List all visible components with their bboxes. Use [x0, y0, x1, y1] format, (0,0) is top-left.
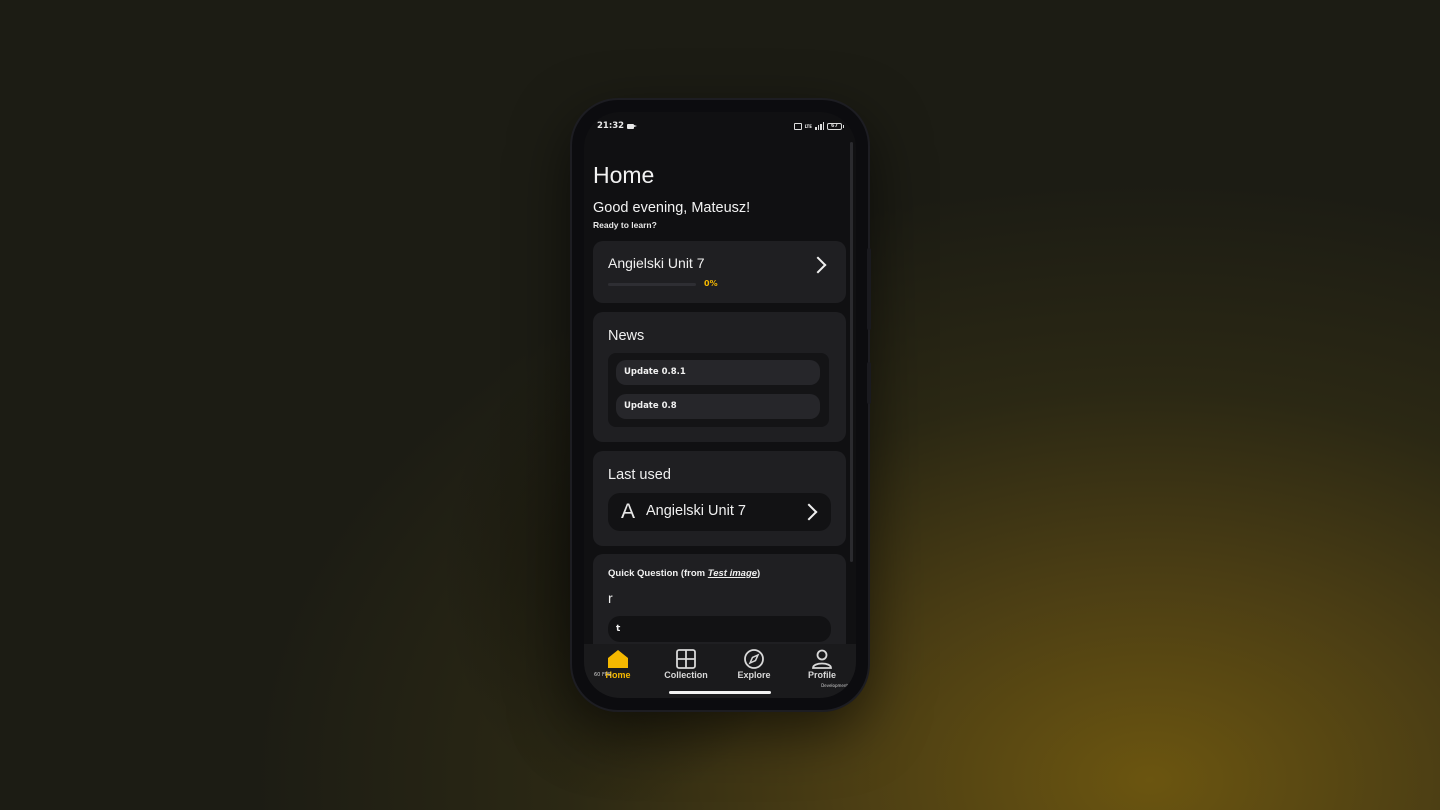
- current-unit-card[interactable]: Angielski Unit 7 0%: [593, 241, 846, 303]
- news-card: News Update 0.8.1 Update 0.8: [593, 312, 846, 442]
- news-item[interactable]: Update 0.8.1: [616, 360, 820, 385]
- build-tag: Development: [821, 683, 848, 688]
- home-icon: [608, 650, 628, 668]
- volume-button: [867, 248, 871, 330]
- greeting-text: Good evening, Mateusz!: [593, 200, 751, 216]
- quick-question-text: r: [608, 590, 613, 606]
- greeting-subtitle: Ready to learn?: [593, 220, 657, 230]
- chevron-right-icon: [809, 256, 827, 274]
- phone-frame: 21:32 LTE 67 Home Good evening, Mateusz!…: [572, 100, 871, 710]
- nav-profile-label: Profile: [807, 670, 836, 680]
- quick-answer-option[interactable]: t: [608, 616, 831, 642]
- collection-letter-icon: A: [621, 500, 636, 523]
- chevron-right-icon: [800, 503, 818, 521]
- sim-icon: [793, 122, 802, 130]
- nav-collection[interactable]: Collection: [652, 649, 720, 680]
- nav-collection-label: Collection: [664, 670, 708, 680]
- grid-icon: [676, 649, 696, 669]
- status-time: 21:32: [597, 121, 625, 131]
- news-title: News: [608, 328, 645, 344]
- bottom-nav: Home Collection Explore Profile: [584, 644, 856, 698]
- nav-explore-label: Explore: [737, 670, 771, 680]
- battery-icon: 67: [827, 122, 844, 130]
- power-button: [867, 362, 871, 404]
- fps-counter: 60 FPS: [594, 672, 612, 678]
- current-unit-name: Angielski Unit 7: [608, 255, 705, 271]
- nav-profile[interactable]: Profile: [788, 649, 856, 680]
- page-title: Home: [593, 162, 655, 188]
- compass-icon: [744, 649, 764, 669]
- quick-question-source-link[interactable]: Test image: [708, 568, 757, 579]
- news-item[interactable]: Update 0.8: [616, 394, 820, 419]
- nav-explore[interactable]: Explore: [720, 649, 788, 680]
- home-indicator[interactable]: [669, 691, 771, 694]
- user-icon: [812, 649, 832, 669]
- last-used-card: Last used A Angielski Unit 7: [593, 451, 846, 546]
- last-used-title: Last used: [608, 467, 671, 483]
- last-used-item[interactable]: A Angielski Unit 7: [608, 493, 831, 531]
- scrollbar[interactable]: [850, 142, 853, 562]
- quick-question-suffix: ): [757, 568, 761, 579]
- unit-progress-bar: [608, 283, 696, 286]
- app-screen: 21:32 LTE 67 Home Good evening, Mateusz!…: [584, 112, 856, 698]
- quick-question-prefix: Quick Question (from: [608, 568, 708, 579]
- unit-progress-text: 0%: [704, 279, 718, 288]
- status-bar: 21:32 LTE 67: [597, 120, 844, 132]
- last-used-item-name: Angielski Unit 7: [646, 503, 746, 519]
- quick-question-header: Quick Question (from Test image): [608, 568, 760, 579]
- screen-record-icon: [627, 123, 638, 129]
- network-type: LTE: [804, 123, 812, 129]
- news-list: Update 0.8.1 Update 0.8: [608, 353, 829, 427]
- signal-icon: [815, 122, 824, 130]
